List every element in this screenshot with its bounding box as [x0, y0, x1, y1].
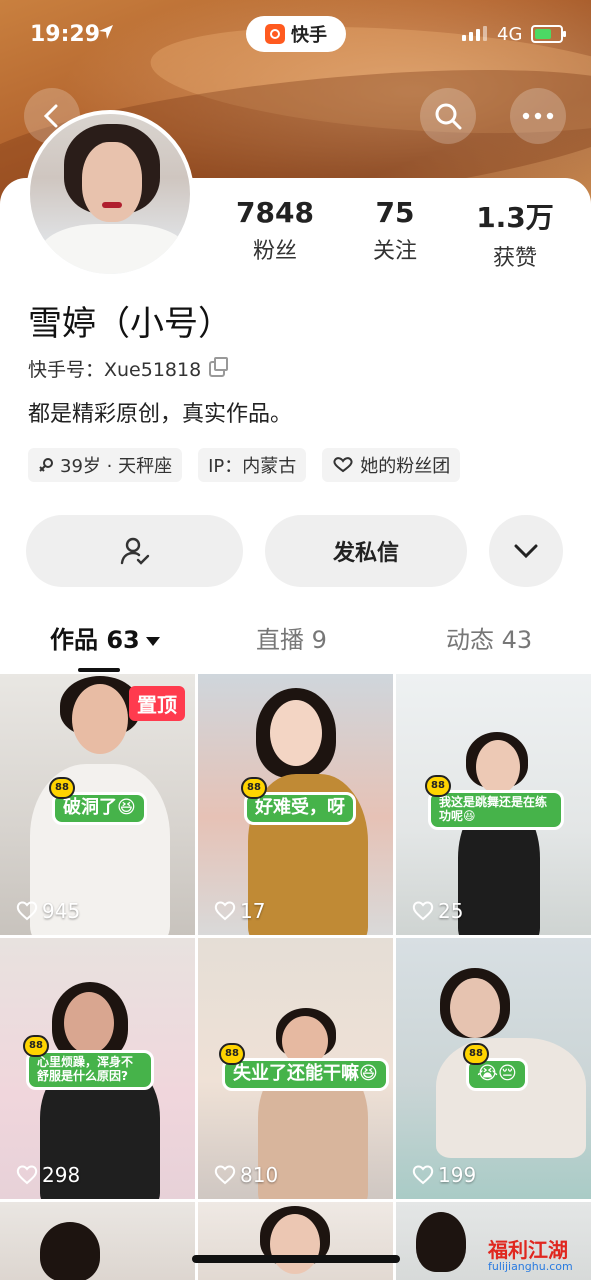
profile-stats: 7848 粉丝 75 关注 1.3万 获赞 — [215, 196, 575, 272]
app-name: 快手 — [291, 25, 327, 46]
heart-outline-icon — [214, 901, 236, 921]
tag-text: 39岁 · 天秤座 — [60, 456, 173, 477]
tab-label: 作品 63 — [50, 626, 140, 654]
kuaishou-id: 快手号：Xue51818 — [28, 355, 229, 382]
send-message-button[interactable]: 发私信 — [265, 515, 467, 587]
video-likes: 945 — [16, 899, 80, 923]
tag-ip: IP：内蒙古 — [198, 448, 307, 482]
stat-label: 粉丝 — [252, 239, 297, 264]
watermark-url: fulijianghu.com — [488, 1260, 573, 1273]
search-button[interactable] — [420, 88, 476, 144]
signal-icon — [462, 26, 487, 41]
video-tile[interactable] — [198, 1202, 393, 1280]
expand-button[interactable] — [489, 515, 563, 587]
tab-works[interactable]: 作品 63 — [50, 620, 160, 655]
video-likes: 25 — [412, 899, 463, 923]
avatar[interactable] — [26, 110, 194, 278]
stat-label: 关注 — [372, 239, 417, 264]
video-sticker: 88 失业了还能干嘛😆 — [219, 1043, 389, 1091]
status-time: 19:29 — [30, 22, 101, 47]
stat-value: 7848 — [236, 196, 314, 229]
kuaishou-id-text: 快手号：Xue51818 — [28, 359, 202, 381]
user-check-icon — [120, 537, 149, 565]
pinned-badge: 置顶 — [129, 686, 185, 721]
more-button[interactable] — [510, 88, 566, 144]
heart-outline-icon — [16, 1165, 38, 1185]
kuaishou-badge[interactable]: 快手 — [246, 16, 346, 52]
heart-outline-icon — [412, 1165, 434, 1185]
video-tile[interactable]: 置顶 88 破洞了😆 945 — [0, 674, 195, 935]
profile-actions: 发私信 — [26, 515, 563, 587]
heart-outline-icon — [16, 901, 38, 921]
video-likes: 199 — [412, 1163, 476, 1187]
stat-following[interactable]: 75 关注 — [335, 196, 455, 272]
tab-feed[interactable]: 动态 43 — [446, 620, 532, 655]
video-likes: 298 — [16, 1163, 80, 1187]
video-sticker: 88 好难受，呀 — [241, 777, 356, 825]
home-indicator — [192, 1255, 400, 1263]
status-bar: 19:29 快手 4G — [0, 0, 591, 70]
stat-value: 1.3万 — [476, 201, 554, 234]
copy-icon[interactable] — [209, 356, 229, 377]
heart-outline-icon — [214, 1165, 236, 1185]
search-icon — [435, 103, 462, 130]
stat-label: 获赞 — [492, 246, 537, 271]
tag-age: 39岁 · 天秤座 — [28, 448, 183, 482]
stat-value: 75 — [375, 196, 415, 229]
video-tile[interactable]: 88 😭😔 199 — [396, 938, 591, 1199]
video-sticker: 88 心里烦躁，浑身不舒服是什么原因? — [23, 1035, 154, 1090]
heart-outline-icon — [412, 901, 434, 921]
video-tile[interactable]: 88 心里烦躁，浑身不舒服是什么原因? 298 — [0, 938, 195, 1199]
video-sticker: 88 😭😔 — [463, 1043, 528, 1091]
profile-name: 雪婷（小号） — [28, 304, 232, 344]
tag-text: 她的粉丝团 — [360, 456, 451, 477]
video-likes: 17 — [214, 899, 265, 923]
video-tile[interactable]: 88 好难受，呀 17 — [198, 674, 393, 935]
profile-bio: 都是精彩原创，真实作品。 — [28, 402, 293, 427]
tab-live[interactable]: 直播 9 — [256, 620, 327, 655]
video-tile[interactable]: 88 我这是跳舞还是在练功呢😆 25 — [396, 674, 591, 935]
tag-fan-club[interactable]: 她的粉丝团 — [322, 448, 461, 482]
content-tabs: 作品 63 直播 9 动态 43 — [0, 620, 591, 670]
video-sticker: 88 破洞了😆 — [49, 777, 147, 825]
profile-tags: 39岁 · 天秤座 IP：内蒙古 她的粉丝团 — [28, 448, 461, 482]
watermark: 福利江湖 fulijianghu.com — [488, 1234, 584, 1274]
more-dots-icon — [522, 112, 554, 120]
chevron-left-icon — [43, 104, 58, 128]
location-arrow-icon — [99, 25, 113, 39]
stat-likes[interactable]: 1.3万 获赞 — [455, 196, 575, 272]
tab-indicator — [78, 668, 120, 672]
tag-text: IP：内蒙古 — [208, 456, 297, 477]
follow-button[interactable] — [26, 515, 243, 587]
video-tile[interactable]: 88 失业了还能干嘛😆 810 — [198, 938, 393, 1199]
video-tile[interactable] — [0, 1202, 195, 1280]
battery-icon — [531, 25, 566, 43]
heart-icon — [333, 457, 353, 473]
stat-followers[interactable]: 7848 粉丝 — [215, 196, 335, 272]
chevron-down-icon — [514, 544, 538, 558]
watermark-title: 福利江湖 — [488, 1238, 568, 1262]
video-likes: 810 — [214, 1163, 278, 1187]
caret-down-icon — [145, 636, 160, 646]
kuaishou-logo-icon — [265, 24, 285, 44]
gender-female-icon — [39, 458, 53, 472]
network-type: 4G — [497, 24, 523, 45]
video-sticker: 88 我这是跳舞还是在练功呢😆 — [425, 775, 564, 830]
